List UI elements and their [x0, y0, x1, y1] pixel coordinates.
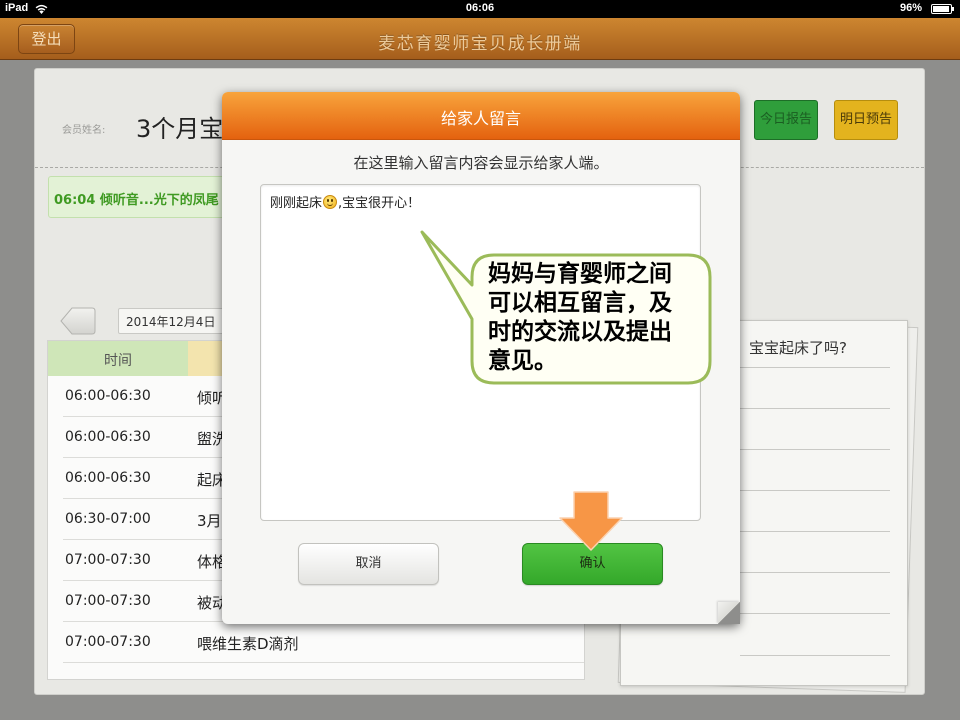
- device-name: iPad: [5, 2, 29, 14]
- activity-notice-text: 06:04 倾听音...光下的凤尾: [54, 193, 219, 208]
- notebook-line: [740, 572, 890, 573]
- row-time: 06:00-06:30: [65, 388, 151, 404]
- callout-line: 意见。: [488, 348, 557, 374]
- row-time: 06:30-07:00: [65, 511, 151, 527]
- callout-line: 时的交流以及提出: [488, 319, 672, 345]
- modal-title: 给家人留言: [440, 109, 521, 128]
- notebook-line: [740, 655, 890, 656]
- callout-line: 妈妈与育婴师之间: [488, 261, 672, 287]
- notebook-line: [740, 490, 890, 491]
- notebook-message: ，宝宝起床了吗?: [734, 339, 847, 357]
- logout-button[interactable]: 登出: [18, 24, 75, 54]
- message-text: 刚刚起床 ,宝宝很开心！: [270, 192, 420, 211]
- battery-percent: 96%: [900, 2, 923, 14]
- battery-tip: [952, 7, 954, 11]
- message-text-start: 刚刚起床: [270, 196, 323, 211]
- page-curl: [718, 602, 740, 624]
- notebook-line: [740, 367, 890, 368]
- callout-line: 可以相互留言，及: [488, 290, 672, 316]
- notebook-line: [740, 531, 890, 532]
- current-date: 2014年12月4日: [126, 315, 216, 329]
- message-text-end: ,宝宝很开心！: [338, 196, 421, 211]
- modal-hint: 在这里输入留言内容会显示给家人端。: [353, 154, 609, 172]
- callout-text: 妈妈与育婴师之间 可以相互留言，及 时的交流以及提出 意见。: [488, 260, 698, 376]
- row-activity: 3月: [197, 512, 222, 530]
- row-time: 07:00-07:30: [65, 552, 151, 568]
- table-row[interactable]: 07:00-07:30 喂维生素D滴剂: [63, 622, 584, 663]
- battery-icon: [931, 4, 952, 14]
- member-name-label: 会员姓名:: [62, 125, 106, 136]
- wifi-icon: [35, 4, 48, 14]
- notebook-line: [740, 408, 890, 409]
- app-title: 麦芯育婴师宝贝成长册端: [378, 34, 582, 54]
- row-activity: 喂维生素D滴剂: [197, 635, 299, 653]
- arrow-down-icon: [559, 491, 623, 551]
- cancel-button[interactable]: 取消: [298, 543, 439, 585]
- row-time: 07:00-07:30: [65, 634, 151, 650]
- table-header-time: 时间: [104, 353, 132, 369]
- notebook-line: [740, 613, 890, 614]
- notebook-line: [740, 449, 890, 450]
- tomorrow-preview-button[interactable]: 明日预告: [834, 100, 898, 140]
- smiley-emoji-icon: [323, 195, 338, 209]
- status-time: 06:06: [465, 2, 495, 14]
- arrow-left-icon[interactable]: [59, 305, 97, 337]
- row-time: 06:00-06:30: [65, 429, 151, 445]
- member-name: 3个月宝: [136, 115, 224, 143]
- row-time: 07:00-07:30: [65, 593, 151, 609]
- battery-level-fill: [933, 6, 950, 12]
- row-time: 06:00-06:30: [65, 470, 151, 486]
- today-report-button[interactable]: 今日报告: [754, 100, 818, 140]
